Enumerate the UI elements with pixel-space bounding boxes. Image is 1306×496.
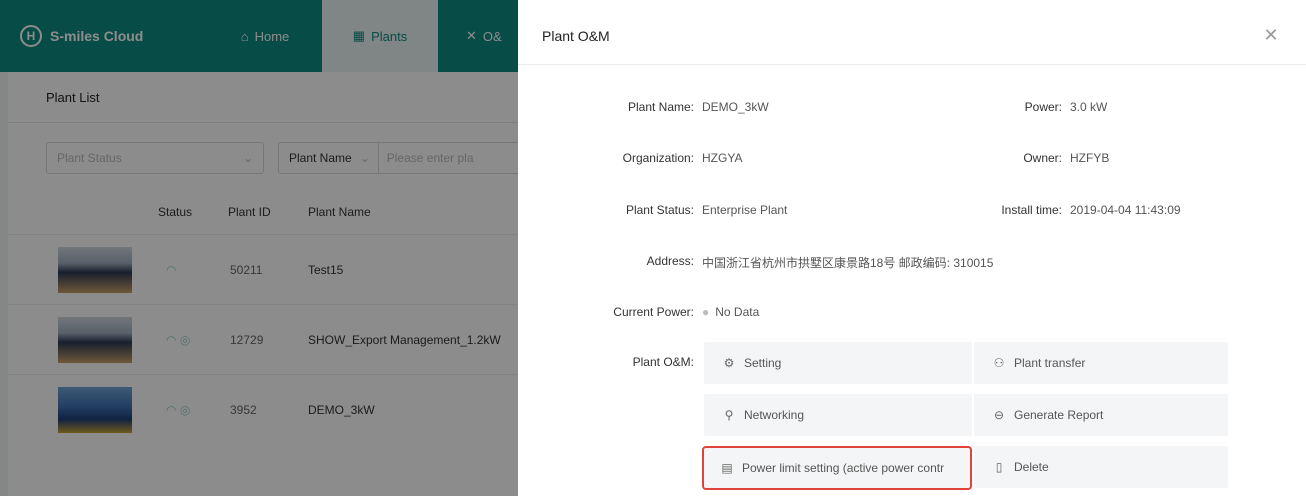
power-limit-label: Power limit setting (active power contr [742, 461, 945, 475]
gear-icon: ⚙ [723, 356, 735, 370]
drawer-title: Plant O&M [542, 28, 610, 44]
organization-value: HZGYA [702, 151, 743, 165]
current-power-label: Current Power: [613, 305, 694, 319]
delete-label: Delete [1014, 460, 1049, 474]
modal-backdrop[interactable] [0, 0, 518, 496]
generate-report-label: Generate Report [1014, 408, 1104, 422]
plant-transfer-label: Plant transfer [1014, 356, 1086, 370]
delete-button[interactable]: ▯ Delete [974, 446, 1228, 488]
plant-transfer-button[interactable]: ⚇ Plant transfer [974, 342, 1228, 384]
owner-label: Owner: [1023, 151, 1062, 165]
close-icon[interactable]: ✕ [1258, 22, 1284, 48]
plant-om-drawer: Plant O&M ✕ Plant Name: DEMO_3kW Power: … [518, 0, 1306, 496]
user-icon: ⚇ [993, 356, 1005, 370]
generate-report-button[interactable]: ⊖ Generate Report [974, 394, 1228, 436]
install-time-value: 2019-04-04 11:43:09 [1070, 203, 1181, 217]
power-value: 3.0 kW [1070, 100, 1108, 114]
plant-name-label: Plant Name: [627, 100, 694, 114]
address-value: 中国浙江省杭州市拱墅区康景路18号 邮政编码: 310015 [702, 256, 994, 270]
setting-label: Setting [744, 356, 782, 370]
plant-status-label: Plant Status: [625, 203, 694, 217]
plant-om-label: Plant O&M: [632, 355, 694, 369]
organization-label: Organization: [622, 151, 694, 165]
current-power-value: ● No Data [702, 305, 760, 319]
power-limit-setting-button[interactable]: ▤ Power limit setting (active power cont… [702, 446, 972, 490]
report-icon: ⊖ [993, 408, 1005, 422]
calculator-icon: ▤ [721, 461, 733, 475]
networking-button[interactable]: ⚲ Networking [704, 394, 972, 436]
owner-value: HZFYB [1070, 151, 1110, 165]
setting-button[interactable]: ⚙ Setting [704, 342, 972, 384]
network-icon: ⚲ [724, 408, 734, 422]
trash-icon: ▯ [995, 460, 1003, 474]
address-label: Address: [646, 254, 694, 268]
power-label: Power: [1024, 100, 1062, 114]
install-time-label: Install time: [1001, 203, 1062, 217]
networking-label: Networking [744, 408, 805, 422]
plant-status-value: Enterprise Plant [702, 203, 788, 217]
plant-name-value: DEMO_3kW [702, 100, 769, 114]
current-power-text: No Data [715, 305, 760, 319]
divider [518, 64, 1306, 65]
